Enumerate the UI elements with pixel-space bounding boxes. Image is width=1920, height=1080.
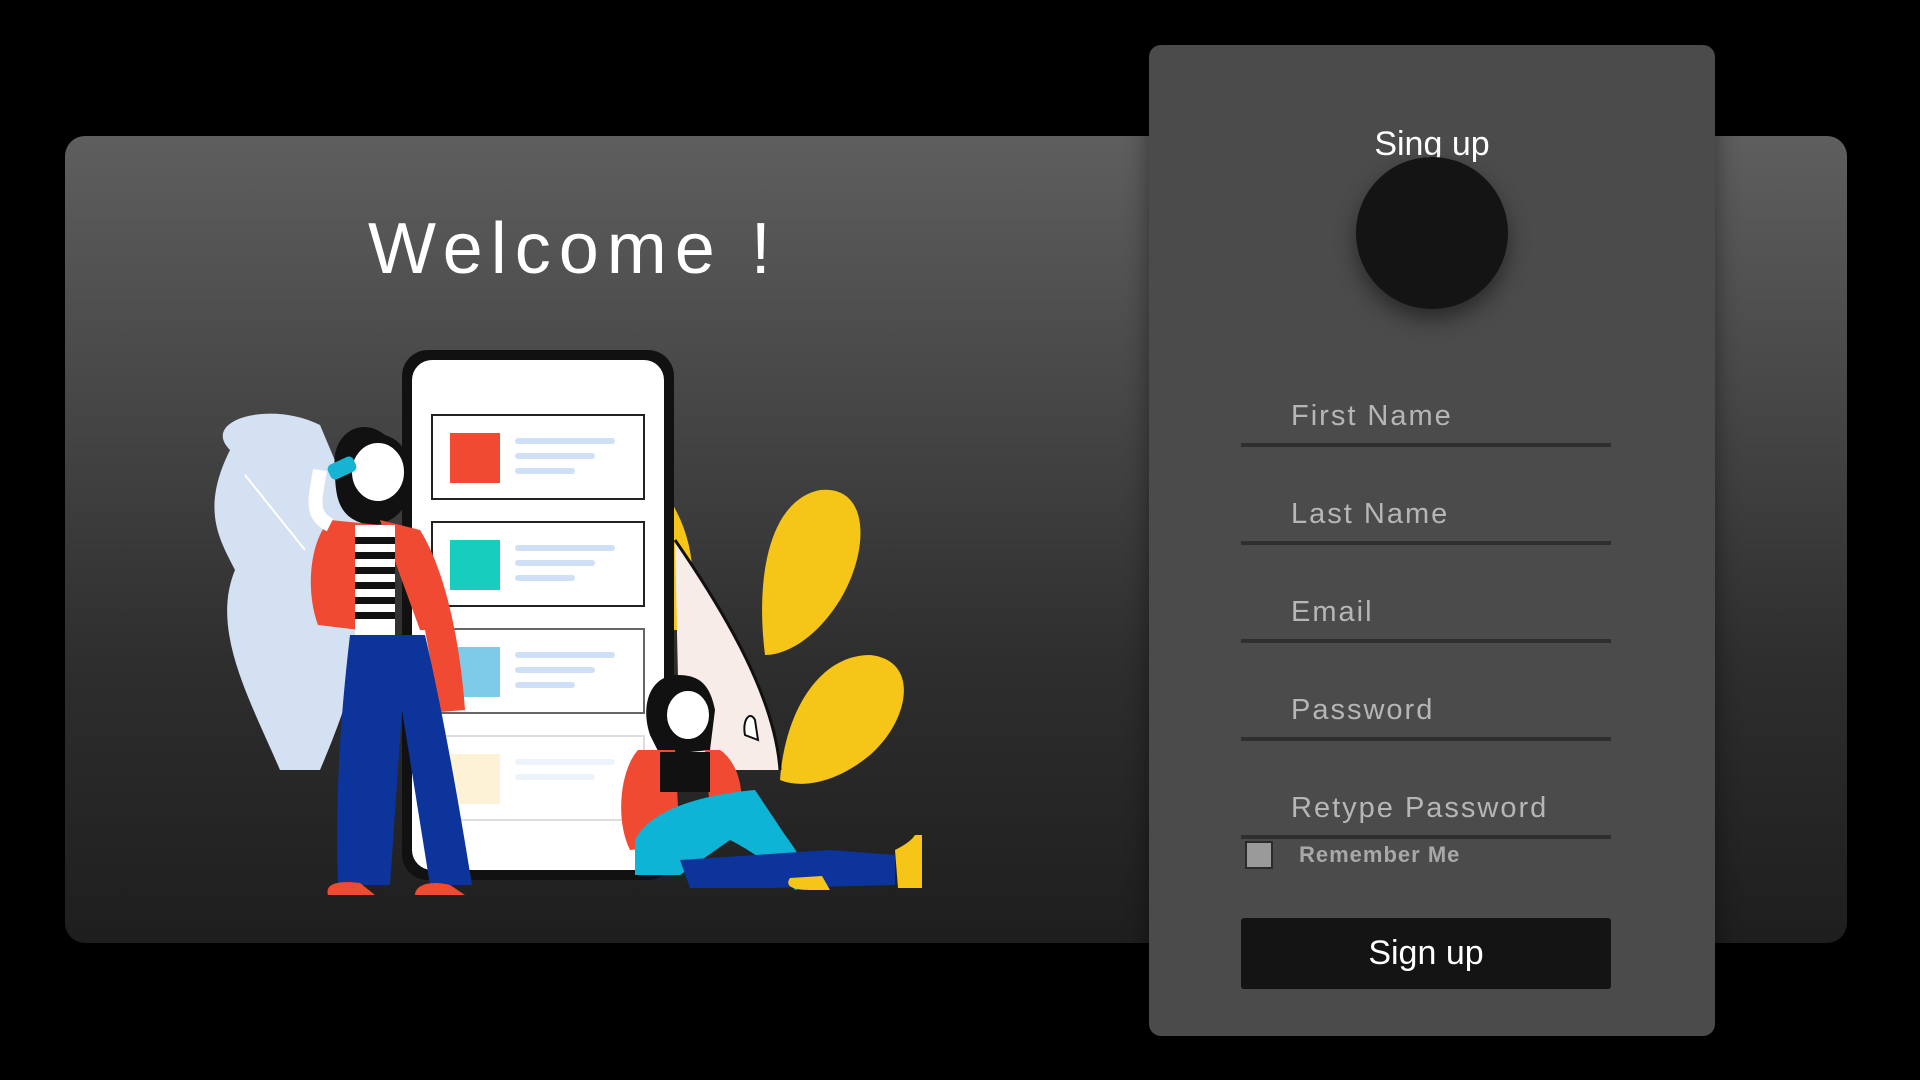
signup-button[interactable]: Sign up: [1241, 918, 1611, 989]
avatar[interactable]: [1356, 157, 1508, 309]
first-name-input[interactable]: [1241, 395, 1611, 447]
first-name-field: [1241, 395, 1611, 447]
remember-me-label: Remember Me: [1299, 842, 1461, 867]
email-input[interactable]: [1241, 591, 1611, 643]
retype-password-input[interactable]: [1241, 787, 1611, 839]
welcome-heading: Welcome !: [368, 209, 779, 289]
remember-me-row: Remember Me: [1245, 839, 1460, 871]
password-input[interactable]: [1241, 689, 1611, 741]
password-field: [1241, 689, 1611, 741]
email-field: [1241, 591, 1611, 643]
remember-me-checkbox[interactable]: [1245, 841, 1273, 869]
last-name-field: [1241, 493, 1611, 545]
welcome-illustration: [214, 350, 922, 895]
last-name-input[interactable]: [1241, 493, 1611, 545]
retype-password-field: [1241, 787, 1611, 839]
signup-card: Sing up Remember Me Sign up: [1149, 45, 1715, 1036]
